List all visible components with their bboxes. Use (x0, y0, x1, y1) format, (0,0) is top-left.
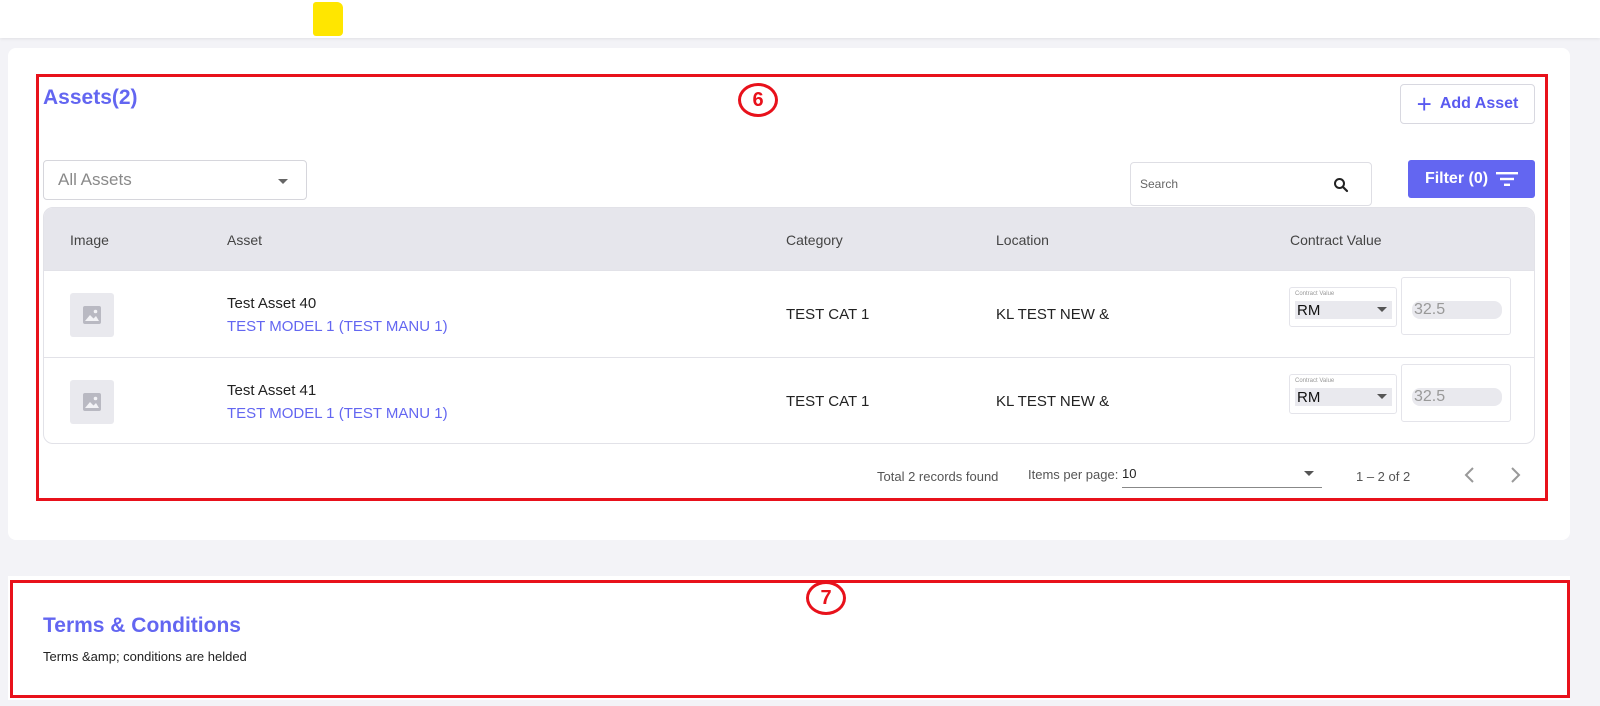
highlight-mark (313, 2, 343, 36)
top-bar (0, 0, 1600, 38)
annotation-box-7 (10, 580, 1570, 698)
annotation-number-6: 6 (738, 83, 778, 117)
annotation-number-7: 7 (806, 581, 846, 615)
annotation-box-6 (36, 74, 1548, 501)
